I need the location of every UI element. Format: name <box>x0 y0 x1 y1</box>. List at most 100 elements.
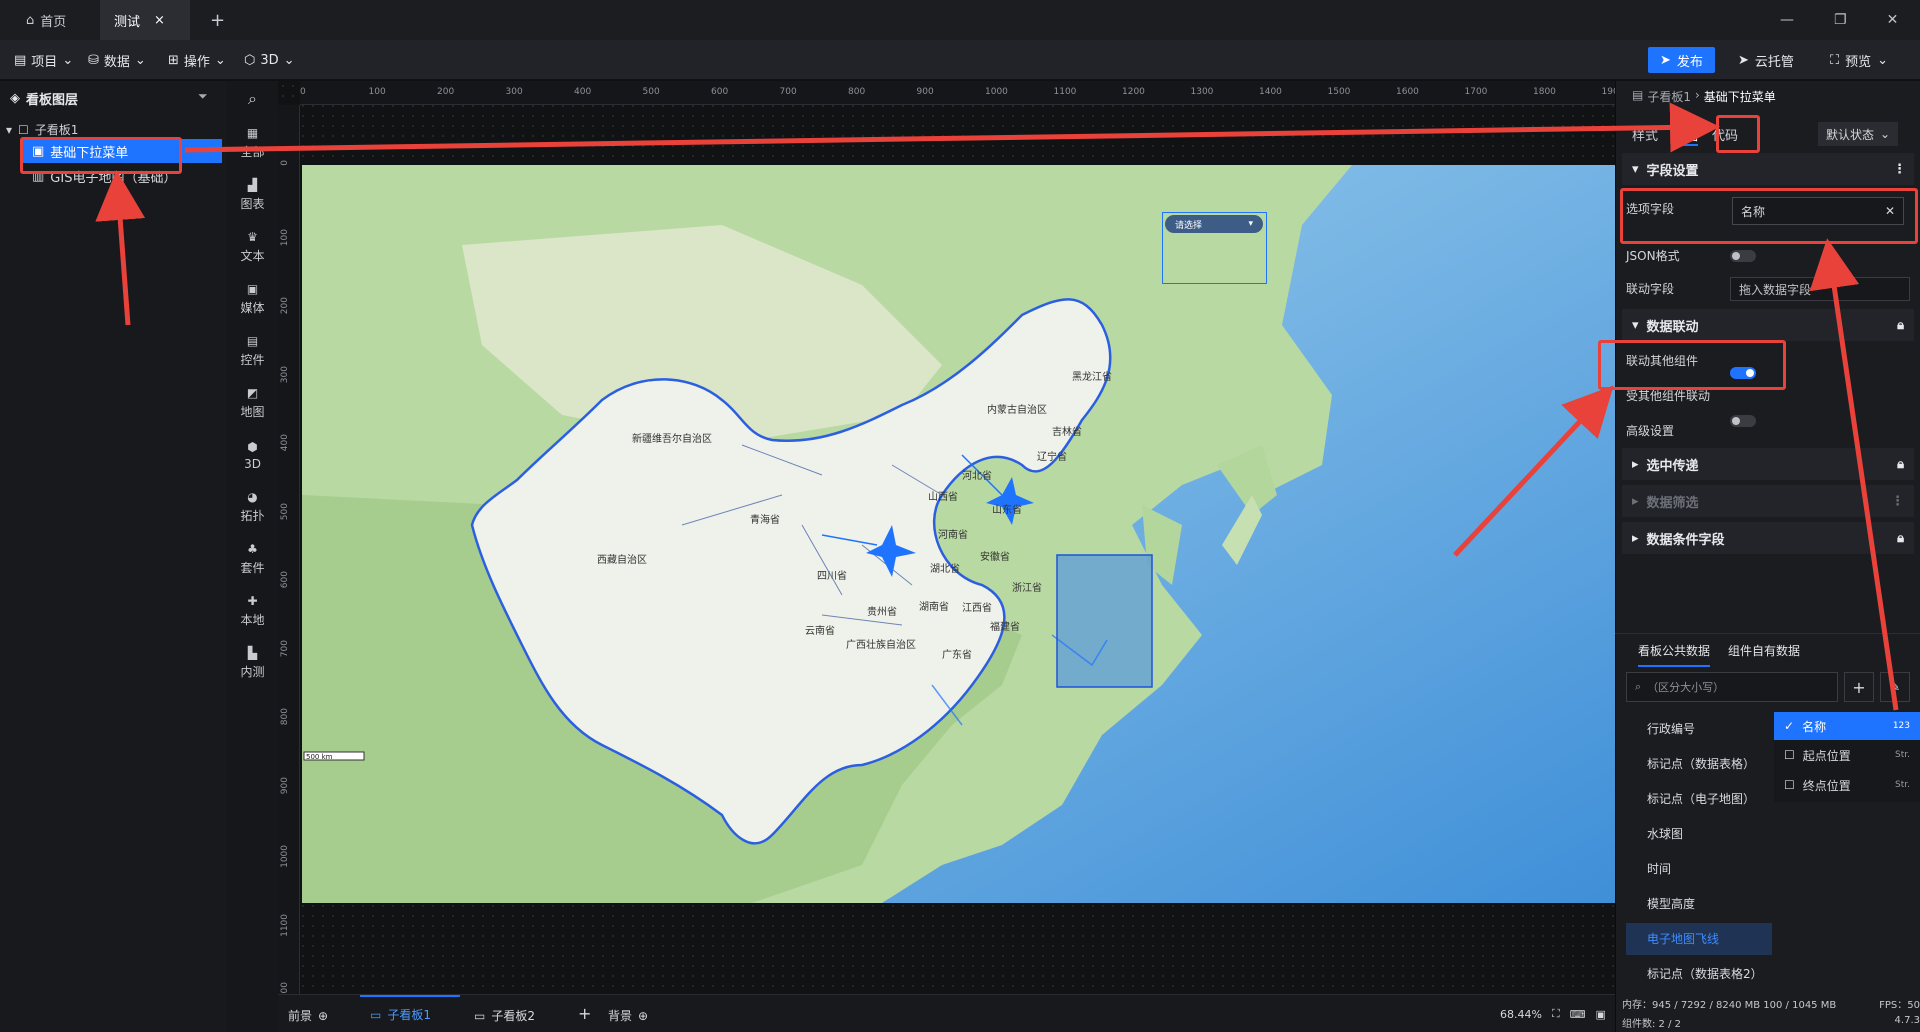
tool-suite[interactable]: ♣ 套件 <box>227 533 278 585</box>
ruler-tick: 700 <box>779 87 797 97</box>
tool-beta[interactable]: ▙ 内测 <box>227 637 278 689</box>
field-type: Str. <box>1895 780 1910 790</box>
check-icon: ✓ <box>1784 719 1795 733</box>
tool-text[interactable]: ♛ 文本 <box>227 221 278 273</box>
dataset-item[interactable]: 水球图 <box>1647 818 1777 848</box>
lock-icon[interactable]: 🔒︎ <box>1897 457 1904 472</box>
menu-operate[interactable]: ⊞ 操作 ⌄ <box>160 40 234 80</box>
preview-button[interactable]: ⛶ 预览 ⌄ <box>1818 47 1900 73</box>
state-select[interactable]: 默认状态 ⌄ <box>1818 122 1898 146</box>
dataset-item[interactable]: 行政编号 <box>1647 713 1777 743</box>
data-search-input[interactable]: ⌕ （区分大小写） <box>1626 672 1838 702</box>
tool-3d[interactable]: ⬢ 3D <box>227 429 278 481</box>
breadcrumb-root[interactable]: 子看板1 <box>1647 88 1691 105</box>
new-tab-button[interactable]: + <box>196 0 239 40</box>
selection-box[interactable]: 请选择 ▾ <box>1162 212 1267 284</box>
tab-style[interactable]: 样式 <box>1632 125 1658 146</box>
layer-group[interactable]: ▾ ☐ 子看板1 <box>6 121 78 138</box>
section-title: 选中传递 <box>1646 458 1699 474</box>
tool-label: 控件 <box>240 353 265 367</box>
publish-button[interactable]: ➤ 发布 <box>1648 47 1715 73</box>
ruler-tick: 900 <box>916 87 934 97</box>
tool-local[interactable]: ✚ 本地 <box>227 585 278 637</box>
layer-background[interactable]: 背景 ⊕ <box>608 1007 648 1024</box>
add-circle-icon[interactable]: ⊕ <box>638 1009 648 1023</box>
field-item-end[interactable]: ☐ 终点位置 Str. <box>1774 770 1920 800</box>
text-icon: ♛ <box>247 230 258 244</box>
dropdown-widget[interactable]: 请选择 ▾ <box>1165 215 1263 233</box>
filter-icon[interactable]: ⏷ <box>198 89 208 104</box>
json-format-toggle[interactable] <box>1730 250 1756 262</box>
map-label: 新疆维吾尔自治区 <box>632 434 712 445</box>
advanced-label: 高级设置 <box>1626 423 1675 438</box>
send-icon: ➤ <box>1660 52 1671 68</box>
terminal-icon[interactable]: ▣ <box>1596 1008 1606 1021</box>
more-icon[interactable]: ⋮ <box>1893 162 1906 177</box>
link-field-drop[interactable]: 拖入数据字段 <box>1730 277 1910 301</box>
tab-data[interactable]: 数据 <box>1672 125 1699 146</box>
zoom-controls: 68.44% ⛶ ⌨ ▣ <box>1500 1007 1606 1021</box>
tool-control[interactable]: ▤ 控件 <box>227 325 278 377</box>
section-data-link[interactable]: ▾ 数据联动 🔒︎ <box>1622 309 1914 341</box>
send-icon: ➤ <box>1738 52 1749 68</box>
close-window-icon[interactable]: ✕ <box>1887 12 1899 28</box>
board-tab-1[interactable]: ▭ 子看板1 <box>360 995 460 1032</box>
tab-current[interactable]: 测试 × <box>100 0 190 40</box>
tool-media[interactable]: ▣ 媒体 <box>227 273 278 325</box>
field-item-name[interactable]: ✓ 名称 123 <box>1774 712 1920 740</box>
menu-3d[interactable]: ⬡ 3D ⌄ <box>236 40 303 80</box>
ruler-tick: 600 <box>280 571 290 589</box>
tool-label: 本地 <box>240 613 265 627</box>
tool-chart[interactable]: ▟ 图表 <box>227 169 278 221</box>
lock-icon[interactable]: 🔒︎ <box>1897 531 1904 546</box>
add-dataset-button[interactable]: + <box>1844 672 1874 702</box>
ruler-tick: 600 <box>711 87 729 97</box>
ruler-tick: 1000 <box>280 845 290 868</box>
section-select-pass[interactable]: ▸ 选中传递 🔒︎ <box>1622 448 1914 480</box>
publish-label: 发布 <box>1676 54 1703 70</box>
tool-label: 图表 <box>240 197 265 211</box>
cloud-button[interactable]: ➤ 云托管 <box>1726 47 1806 73</box>
fit-screen-icon[interactable]: ⛶ <box>1552 1007 1560 1021</box>
dataset-item[interactable]: 标记点（数据表格） <box>1647 748 1777 778</box>
close-icon[interactable]: × <box>154 13 165 28</box>
zoom-level: 68.44% <box>1500 1007 1542 1021</box>
menu-data[interactable]: ⛁ 数据 ⌄ <box>80 40 154 80</box>
menu-project[interactable]: ▤ 项目 ⌄ <box>6 40 81 80</box>
tab-own-data[interactable]: 组件自有数据 <box>1728 642 1800 667</box>
tool-all[interactable]: ▦ 全部 <box>227 117 278 169</box>
minimize-icon[interactable]: — <box>1780 12 1794 28</box>
dataset-item-selected[interactable]: 电子地图飞线 <box>1647 923 1777 953</box>
section-cond-field[interactable]: ▸ 数据条件字段 🔒︎ <box>1622 522 1914 554</box>
add-board-button[interactable]: + <box>578 1004 591 1023</box>
lock-icon[interactable]: 🔒︎ <box>1897 318 1904 333</box>
checkbox-icon[interactable]: ☐ <box>1784 778 1795 792</box>
search-tool[interactable]: ⌕ <box>227 81 278 117</box>
dataset-item[interactable]: 模型高度 <box>1647 888 1777 918</box>
dataset-item[interactable]: 时间 <box>1647 853 1777 883</box>
section-field-settings[interactable]: ▾ 字段设置 ⋮ <box>1622 153 1914 185</box>
tab-public-data[interactable]: 看板公共数据 <box>1638 642 1711 667</box>
layer-front[interactable]: 前景 ⊕ <box>288 1007 328 1024</box>
layer-panel-header: ◈ 看板图层 <box>10 89 78 108</box>
checkbox-icon[interactable]: ☐ <box>1784 748 1795 762</box>
keyboard-icon[interactable]: ⌨ <box>1570 1008 1586 1021</box>
vertical-ruler: 0100200300400500600700800900100011001200 <box>278 105 300 1005</box>
canvas-bottom-bar: 前景 ⊕ ▭ 子看板1 ▭ 子看板2 + 背景 ⊕ 68.44% ⛶ ⌨ ▣ <box>278 994 1615 1032</box>
folder-icon: ☐ <box>18 122 29 137</box>
edit-icon[interactable]: ✎ <box>1880 672 1910 702</box>
dataset-item[interactable]: 标记点（电子地图） <box>1647 783 1777 813</box>
restore-icon[interactable]: ❐ <box>1834 12 1847 28</box>
dataset-item[interactable]: 标记点（数据表格2） <box>1647 958 1777 988</box>
gis-map[interactable]: 新疆维吾尔自治区 西藏自治区 青海省 四川省 内蒙古自治区 黑龙江省 吉林省 辽… <box>302 165 1615 903</box>
more-icon[interactable]: ⋮ <box>1891 494 1904 509</box>
ruler-tick: 400 <box>280 434 290 452</box>
field-item-start[interactable]: ☐ 起点位置 Str. <box>1774 740 1920 770</box>
board-tab-label: 子看板1 <box>387 1008 431 1022</box>
tool-topology[interactable]: ◕ 拓扑 <box>227 481 278 533</box>
add-circle-icon[interactable]: ⊕ <box>318 1009 328 1023</box>
section-data-filter[interactable]: ▸ 数据筛选 ⋮ <box>1622 485 1914 517</box>
tool-map[interactable]: ◩ 地图 <box>227 377 278 429</box>
tab-home[interactable]: ⌂ 首页 <box>12 0 80 40</box>
board-tab-2[interactable]: ▭ 子看板2 <box>474 1007 535 1024</box>
